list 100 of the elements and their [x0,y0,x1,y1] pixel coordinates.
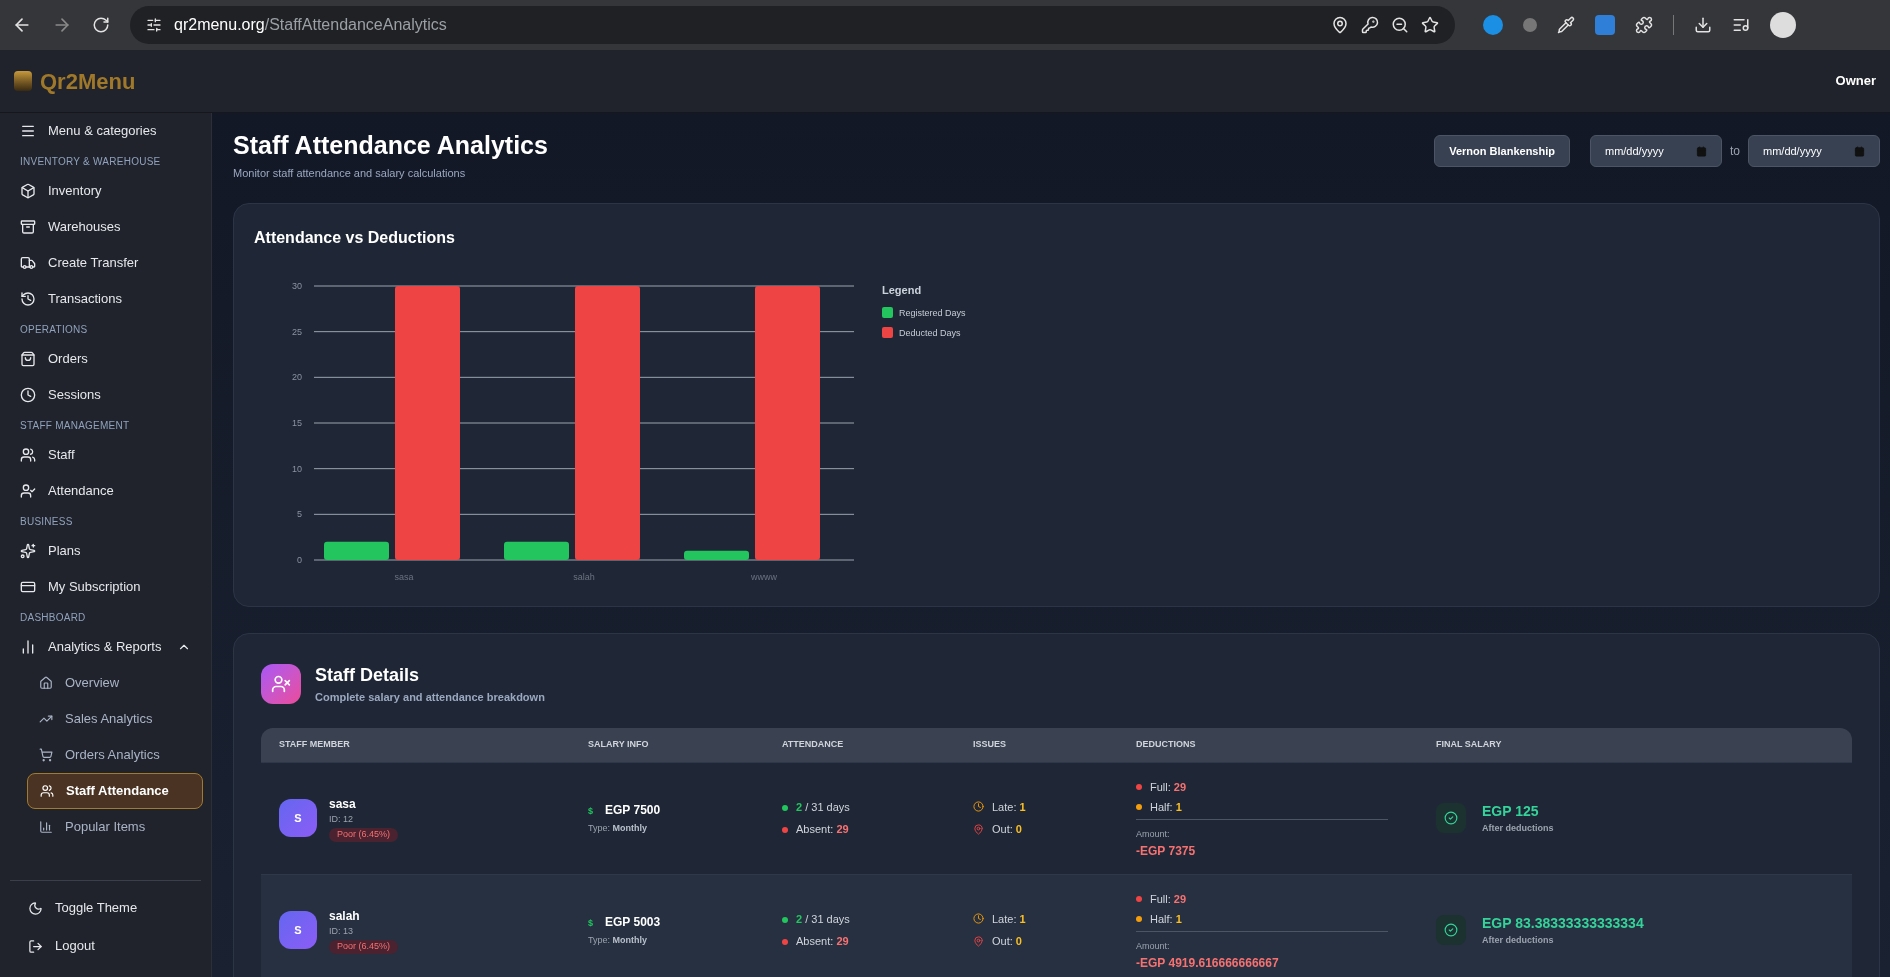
avatar: S [279,911,317,949]
attendance-days: 2 / 31 days [782,910,953,927]
zoom-icon[interactable] [1391,16,1409,34]
staff-id: ID: 13 [329,924,353,938]
axis-tick-label: 5 [297,509,302,520]
sparkles-icon [20,543,36,559]
page-subtitle: Monitor staff attendance and salary calculations [233,165,467,181]
date-field[interactable]: mm/dd/yyyy [1748,135,1880,167]
out-count: Out: 0 [992,822,1022,837]
axis-tick-label: 20 [292,372,302,383]
sidebar-item[interactable]: Create Transfer [8,245,203,281]
sidebar-item[interactable]: Sales Analytics [27,701,203,737]
half-deductions: Half: 1 [1136,798,1388,821]
staff-select[interactable]: Vernon Blankenship [1434,135,1570,167]
column-header: SALARY INFO [587,737,650,751]
bar-chart-icon [20,639,36,655]
puzzle-icon[interactable] [1635,16,1653,34]
final-salary: EGP 83.38333333333334 [1482,913,1644,933]
full-deductions: Full: 29 [1136,888,1388,911]
final-salary-note: After deductions [1482,933,1555,947]
brand-name: Qr2Menu [40,67,136,96]
column-header: STAFF MEMBER [278,737,351,751]
sidebar-item[interactable]: Logout [10,927,201,965]
salary-amount: $ EGP 7500 [588,801,662,819]
logo-icon [14,71,32,91]
card-icon [20,579,36,595]
eyedropper-icon[interactable] [1557,16,1575,34]
download-icon[interactable] [1694,16,1712,34]
calendar-icon [1696,145,1707,157]
site-settings-icon[interactable] [146,17,162,33]
sidebar-item[interactable]: My Subscription [8,569,203,605]
sidebar-item[interactable]: Sessions [8,377,203,413]
extension-icon[interactable] [1523,18,1537,32]
key-icon[interactable] [1361,16,1379,34]
deduction-amount: -EGP 7375 [1136,842,1197,860]
amount-label: Amount: [1136,940,1171,954]
sidebar-item[interactable]: Transactions [8,281,203,317]
section-heading: OPERATIONS [19,322,89,337]
absent-days: Absent: 29 [782,821,953,838]
sidebar-item[interactable]: Toggle Theme [10,889,201,927]
sidebar-item[interactable]: Staff Attendance [27,773,203,809]
playlist-icon[interactable] [1732,16,1750,34]
salary-type: Type: Monthly [588,821,649,835]
section-heading: INVENTORY & WAREHOUSE [19,154,162,169]
date-field[interactable]: mm/dd/yyyy [1590,135,1722,167]
salary-amount: $ EGP 5003 [588,913,662,931]
sidebar-item[interactable]: Inventory [8,173,203,209]
cart-icon [39,748,53,762]
chart-bar [504,541,569,560]
page-title: Staff Attendance Analytics [233,130,548,161]
salary-type: Type: Monthly [588,933,649,947]
sidebar-item[interactable]: Warehouses [8,209,203,245]
pin-icon [973,823,984,835]
menu-icon [20,123,36,139]
sidebar-item[interactable]: Popular Items [27,809,203,845]
archive-icon [20,219,36,235]
card-subtitle: Complete salary and attendance breakdown [315,690,545,705]
legend-label: Registered Days [899,308,966,318]
axis-tick-label: 25 [292,326,302,337]
legend-title: Legend [882,284,922,296]
users-icon [40,784,54,798]
attendance-days: 2 / 31 days [782,798,953,815]
sidebar-item[interactable]: Plans [8,533,203,569]
reload-icon[interactable] [92,16,110,34]
axis-tick-label: 10 [292,463,302,474]
star-icon[interactable] [1421,16,1439,34]
bar-chart-icon [39,820,53,834]
pin-icon [973,935,984,947]
axis-tick-label: sasa [394,572,414,582]
card-title: Staff Details [315,664,421,687]
profile-avatar[interactable] [1770,12,1796,38]
column-header: ISSUES [972,737,1007,751]
sidebar-item[interactable]: Analytics & Reports [8,629,203,665]
rating-badge: Poor (6.45%) [329,828,399,842]
staff-icon [271,673,291,694]
check-icon [1444,923,1458,937]
extension-icon[interactable] [1483,15,1503,35]
history-icon [20,291,36,307]
location-icon[interactable] [1331,16,1349,34]
axis-tick-label: 30 [292,281,302,291]
truck-icon [20,255,36,271]
sidebar-item[interactable]: Orders [8,341,203,377]
axis-tick-label: 15 [292,418,302,428]
sidebar-item[interactable]: Orders Analytics [27,737,203,773]
full-deductions: Full: 29 [1136,776,1388,799]
section-heading: BUSINESS [19,514,74,529]
staff-id: ID: 12 [329,812,353,826]
sidebar-item[interactable]: Overview [27,665,203,701]
address-bar[interactable]: qr2menu.org/StaffAttendanceAnalytics [130,6,1455,44]
sidebar-item[interactable]: Menu & categories [8,113,203,149]
home-icon [39,676,53,690]
calendar-icon [1854,145,1865,157]
final-salary: EGP 125 [1482,801,1540,821]
user-icon [20,483,36,499]
chart-bar [684,550,749,560]
late-count: Late: 1 [992,911,1026,927]
sidebar-item[interactable]: Staff [8,437,203,473]
legend-label: Deducted Days [899,328,961,338]
sidebar-item[interactable]: Attendance [8,473,203,509]
out-count: Out: 0 [992,934,1022,949]
